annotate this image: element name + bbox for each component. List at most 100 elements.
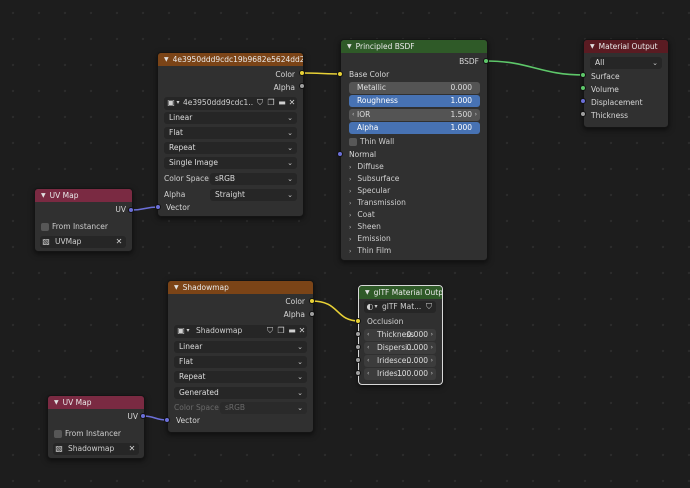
image-selector[interactable]: ▣ ▾ 4e3950ddd9cdc1... ⛉ ❐ ▬ ✕ xyxy=(164,97,297,110)
clear-icon[interactable]: ✕ xyxy=(115,236,123,248)
iridescence-input-socket[interactable] xyxy=(355,357,361,363)
panel-transmission[interactable]: › Transmission xyxy=(349,197,406,209)
panel-coat[interactable]: › Coat xyxy=(349,209,375,221)
base-color-input-socket[interactable] xyxy=(337,71,343,77)
color-output-socket[interactable] xyxy=(299,70,305,76)
normal-input-socket[interactable] xyxy=(337,151,343,157)
alpha-output-socket[interactable] xyxy=(309,311,315,317)
shadowmap-texture-node[interactable]: ▼ Shadowmap Color Alpha ▣ ▾ Shadowmap ⛉ … xyxy=(167,280,314,433)
node-group-selector[interactable]: ◐ ▾ glTF Mat... ⛉ xyxy=(364,301,436,313)
panel-sheen[interactable]: › Sheen xyxy=(349,221,381,233)
uv-output-socket[interactable] xyxy=(140,413,146,419)
image-name[interactable]: 4e3950ddd9cdc1... xyxy=(183,97,253,109)
from-instancer-checkbox[interactable] xyxy=(54,430,62,438)
collapse-chevron-icon[interactable]: ▼ xyxy=(54,396,59,409)
thickness-input-socket[interactable] xyxy=(355,331,361,337)
node-header[interactable]: ▼ Shadowmap xyxy=(168,281,313,294)
image-name[interactable]: Shadowmap xyxy=(196,325,262,337)
gltf-material-output-node[interactable]: ▼ glTF Material Output ◐ ▾ glTF Mat... ⛉… xyxy=(358,285,443,385)
collapse-chevron-icon[interactable]: ▼ xyxy=(174,281,179,294)
interpolation-dropdown[interactable]: Linear ⌄ xyxy=(174,341,307,353)
increment-arrow-icon[interactable]: › xyxy=(475,109,477,121)
node-header[interactable]: ▼ 4e3950ddd9cdc19b9682e5624dd21a91... xyxy=(158,53,303,66)
increment-arrow-icon[interactable]: › xyxy=(431,342,433,354)
decrement-arrow-icon[interactable]: ‹ xyxy=(352,109,354,121)
iridescence-thickness-field[interactable]: ‹ Irides... 100.000 › xyxy=(364,368,436,380)
source-dropdown[interactable]: Generated ⌄ xyxy=(174,387,307,399)
principled-bsdf-node[interactable]: ▼ Principled BSDF BSDF Base Color Metall… xyxy=(340,39,488,261)
volume-input-socket[interactable] xyxy=(580,85,586,91)
projection-dropdown[interactable]: Flat ⌄ xyxy=(174,356,307,368)
close-icon[interactable]: ✕ xyxy=(297,325,307,337)
bsdf-output-socket[interactable] xyxy=(483,58,489,64)
source-dropdown[interactable]: Single Image ⌄ xyxy=(164,157,297,169)
panel-emission[interactable]: › Emission xyxy=(349,233,391,245)
material-output-node[interactable]: ▼ Material Output All ⌄ Surface Volume Di… xyxy=(583,39,669,128)
surface-input-socket[interactable] xyxy=(580,72,586,78)
fake-user-shield-icon[interactable]: ⛉ xyxy=(265,325,275,337)
thin-wall-checkbox[interactable] xyxy=(349,138,357,146)
decrement-arrow-icon[interactable]: ‹ xyxy=(367,368,369,380)
vector-input-socket[interactable] xyxy=(155,204,161,210)
increment-arrow-icon[interactable]: › xyxy=(431,329,433,341)
node-header[interactable]: ▼ Principled BSDF xyxy=(341,40,487,53)
thickness-field[interactable]: ‹ Thickness 0.000 › xyxy=(364,329,436,341)
close-icon[interactable]: ✕ xyxy=(287,97,297,109)
color-space-dropdown[interactable]: sRGB ⌄ xyxy=(210,173,297,185)
extension-dropdown[interactable]: Repeat ⌄ xyxy=(164,142,297,154)
panel-specular[interactable]: › Specular xyxy=(349,185,390,197)
node-header[interactable]: ▼ UV Map xyxy=(35,189,132,202)
collapse-chevron-icon[interactable]: ▼ xyxy=(590,40,595,53)
from-instancer-checkbox[interactable] xyxy=(41,223,49,231)
collapse-chevron-icon[interactable]: ▼ xyxy=(41,189,46,202)
dispersion-input-socket[interactable] xyxy=(355,344,361,350)
increment-arrow-icon[interactable]: › xyxy=(431,368,433,380)
displacement-input-socket[interactable] xyxy=(580,98,586,104)
panel-thin-film[interactable]: › Thin Film xyxy=(349,245,391,257)
image-texture-node[interactable]: ▼ 4e3950ddd9cdc19b9682e5624dd21a91... Co… xyxy=(157,52,304,217)
fake-user-shield-icon[interactable]: ⛉ xyxy=(424,301,434,313)
thickness-input-socket[interactable] xyxy=(580,111,586,117)
image-selector[interactable]: ▣ ▾ Shadowmap ⛉ ❐ ▬ ✕ xyxy=(174,325,307,338)
collapse-chevron-icon[interactable]: ▼ xyxy=(164,53,169,66)
panel-subsurface[interactable]: › Subsurface xyxy=(349,173,399,185)
roughness-field[interactable]: Roughness 1.000 xyxy=(349,95,480,107)
color-output-socket[interactable] xyxy=(309,298,315,304)
node-header[interactable]: ▼ Material Output xyxy=(584,40,668,53)
alpha-output-socket[interactable] xyxy=(299,83,305,89)
open-folder-icon[interactable]: ▬ xyxy=(277,97,287,109)
decrement-arrow-icon[interactable]: ‹ xyxy=(367,329,369,341)
fake-user-shield-icon[interactable]: ⛉ xyxy=(255,97,265,109)
node-header[interactable]: ▼ UV Map xyxy=(48,396,144,409)
uv-map-field[interactable]: ▧ UVMap ✕ xyxy=(40,236,126,248)
projection-dropdown[interactable]: Flat ⌄ xyxy=(164,127,297,139)
iridescence-thickness-input-socket[interactable] xyxy=(355,370,361,376)
clear-icon[interactable]: ✕ xyxy=(128,443,136,455)
color-space-value: sRGB xyxy=(225,403,246,412)
uv-map-field[interactable]: ▧ Shadowmap ✕ xyxy=(53,443,139,455)
increment-arrow-icon[interactable]: › xyxy=(431,355,433,367)
node-header[interactable]: ▼ glTF Material Output xyxy=(359,286,442,299)
duplicate-icon[interactable]: ❐ xyxy=(276,325,286,337)
vector-input-socket[interactable] xyxy=(164,417,170,423)
collapse-chevron-icon[interactable]: ▼ xyxy=(347,40,352,53)
occlusion-input-socket[interactable] xyxy=(355,318,361,324)
duplicate-icon[interactable]: ❐ xyxy=(266,97,276,109)
uv-map-node[interactable]: ▼ UV Map UV From Instancer ▧ UVMap ✕ xyxy=(34,188,133,252)
uv-map-node[interactable]: ▼ UV Map UV From Instancer ▧ Shadowmap ✕ xyxy=(47,395,145,459)
dispersion-field[interactable]: ‹ Dispersi... 0.000 › xyxy=(364,342,436,354)
panel-diffuse[interactable]: › Diffuse xyxy=(349,161,384,173)
collapse-chevron-icon[interactable]: ▼ xyxy=(365,286,370,299)
target-dropdown[interactable]: All ⌄ xyxy=(590,57,662,69)
iridescence-field[interactable]: ‹ Iridesce... 0.000 › xyxy=(364,355,436,367)
decrement-arrow-icon[interactable]: ‹ xyxy=(367,342,369,354)
extension-dropdown[interactable]: Repeat ⌄ xyxy=(174,371,307,383)
uv-output-socket[interactable] xyxy=(128,207,134,213)
interpolation-dropdown[interactable]: Linear ⌄ xyxy=(164,112,297,124)
alpha-field[interactable]: Alpha 1.000 xyxy=(349,122,480,134)
open-folder-icon[interactable]: ▬ xyxy=(287,325,297,337)
decrement-arrow-icon[interactable]: ‹ xyxy=(367,355,369,367)
metallic-field[interactable]: Metallic 0.000 xyxy=(349,82,480,94)
ior-field[interactable]: ‹ IOR 1.500 › xyxy=(349,109,480,121)
alpha-mode-dropdown[interactable]: Straight ⌄ xyxy=(210,189,297,201)
